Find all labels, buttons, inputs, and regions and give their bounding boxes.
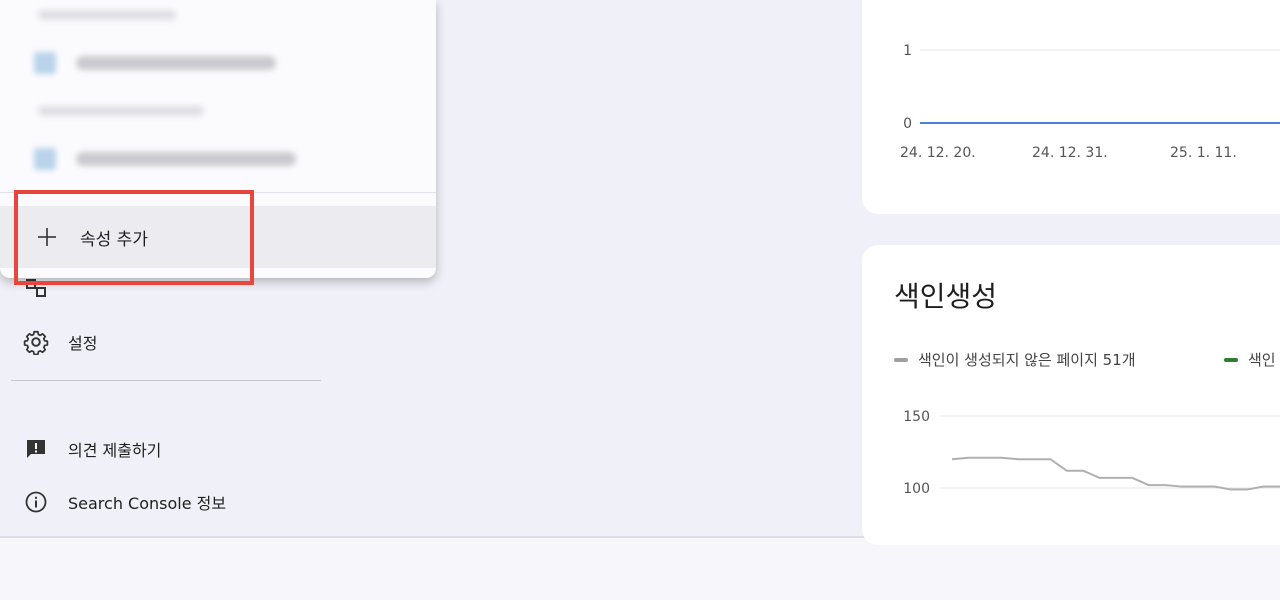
y-tick-label: 1 bbox=[903, 43, 912, 59]
sidebar-item-settings[interactable]: 설정 bbox=[22, 326, 97, 358]
gear-icon bbox=[22, 328, 50, 356]
indexing-card: 색인생성 색인이 생성되지 않은 페이지 51개 색인 150 100 bbox=[862, 245, 1280, 545]
property-item[interactable] bbox=[34, 148, 296, 170]
favicon-icon bbox=[34, 148, 56, 170]
y-tick-label: 100 bbox=[903, 481, 930, 497]
menu-divider bbox=[0, 192, 436, 193]
property-group-caption bbox=[38, 106, 204, 116]
property-item[interactable] bbox=[34, 52, 276, 74]
sidebar-item-about[interactable]: Search Console 정보 bbox=[22, 486, 226, 518]
x-tick-label: 24. 12. 31. bbox=[1032, 145, 1108, 161]
property-url bbox=[76, 56, 276, 70]
sidebar-divider bbox=[11, 380, 321, 381]
bottom-bar bbox=[0, 536, 1280, 600]
y-tick-label: 150 bbox=[903, 409, 930, 425]
series-line bbox=[951, 456, 1280, 491]
links-icon bbox=[22, 274, 50, 302]
sidebar-item-label: 설정 bbox=[68, 334, 98, 353]
y-tick-label: 0 bbox=[903, 116, 912, 132]
indexing-chart: 150 100 bbox=[903, 409, 1280, 497]
x-tick-label: 24. 12. 20. bbox=[900, 145, 976, 161]
plus-icon bbox=[36, 226, 58, 248]
favicon-icon bbox=[34, 52, 56, 74]
performance-chart: 1 0 24. 12. 20. 24. 12. 31. 25. 1. 11. bbox=[900, 43, 1280, 161]
property-url bbox=[76, 152, 296, 166]
sidebar-item-label: Search Console 정보 bbox=[68, 494, 227, 513]
x-tick-label: 25. 1. 11. bbox=[1170, 145, 1237, 161]
add-property-button[interactable]: 속성 추가 bbox=[0, 206, 436, 268]
property-dropdown: 속성 추가 bbox=[0, 0, 436, 278]
feedback-icon bbox=[22, 435, 50, 463]
performance-card: 1 0 24. 12. 20. 24. 12. 31. 25. 1. 11. bbox=[862, 0, 1280, 214]
info-icon bbox=[22, 488, 50, 516]
sidebar-item-label: 의견 제출하기 bbox=[68, 441, 162, 460]
sidebar-item-feedback[interactable]: 의견 제출하기 bbox=[22, 433, 161, 465]
add-property-label: 속성 추가 bbox=[80, 229, 148, 250]
property-group-caption bbox=[38, 10, 176, 20]
